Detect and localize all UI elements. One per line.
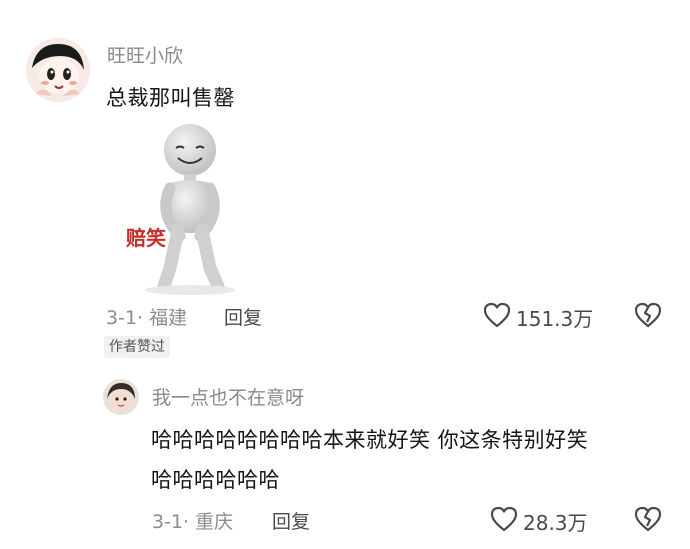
comment-text-line-2: 哈哈哈哈哈哈 xyxy=(151,468,280,492)
comment-location: 重庆 xyxy=(195,511,234,533)
reply-button[interactable]: 回复 xyxy=(224,303,262,330)
author-liked-badge: 作者赞过 xyxy=(104,336,170,358)
photo-avatar-icon xyxy=(103,379,139,415)
like-count: 151.3万 xyxy=(516,307,594,331)
like-count: 28.3万 xyxy=(523,511,588,535)
comment-username[interactable]: 我一点也不在意呀 xyxy=(152,383,304,410)
reply-button[interactable]: 回复 xyxy=(272,507,310,534)
sticker-image[interactable]: 赔笑 xyxy=(120,118,260,298)
heart-icon[interactable] xyxy=(490,506,518,532)
cartoon-girl-icon xyxy=(26,38,90,102)
comment-text: 总裁那叫售罄 xyxy=(106,86,235,110)
broken-heart-icon[interactable] xyxy=(634,506,662,532)
sticker-caption: 赔笑 xyxy=(126,226,166,250)
comment-location: 福建 xyxy=(149,307,188,329)
meta-separator: · xyxy=(183,511,190,533)
avatar[interactable] xyxy=(103,379,139,415)
comment-date-value: 3-1 xyxy=(106,307,138,329)
stick-figure-sticker-icon xyxy=(145,124,235,295)
meta-separator: · xyxy=(137,307,144,329)
comment-text-line-1: 哈哈哈哈哈哈哈哈本来就好笑 你这条特别好笑 xyxy=(151,428,589,452)
comment-date-value: 3-1 xyxy=(152,511,184,533)
broken-heart-icon[interactable] xyxy=(634,302,662,328)
comment-date: 3-1· 福建 xyxy=(106,303,187,330)
heart-icon[interactable] xyxy=(483,302,511,328)
avatar[interactable] xyxy=(26,38,90,102)
comment-username[interactable]: 旺旺小欣 xyxy=(107,41,183,68)
comment-date: 3-1· 重庆 xyxy=(152,507,233,534)
